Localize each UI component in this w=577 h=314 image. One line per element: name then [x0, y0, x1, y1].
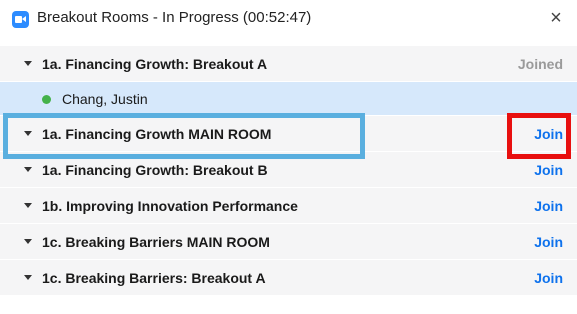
participant-name: Chang, Justin	[62, 91, 148, 107]
caret-down-icon[interactable]	[24, 61, 32, 66]
caret-down-icon[interactable]	[24, 239, 32, 244]
join-button[interactable]: Join	[534, 162, 563, 178]
caret-down-icon[interactable]	[24, 167, 32, 172]
join-button[interactable]: Join	[534, 126, 563, 142]
room-name: 1c. Breaking Barriers: Breakout A	[42, 270, 266, 286]
breakout-room-list: 1a. Financing Growth: Breakout A Joined …	[0, 46, 577, 296]
room-name: 1a. Financing Growth MAIN ROOM	[42, 126, 272, 142]
joined-status: Joined	[517, 56, 563, 72]
room-name: 1c. Breaking Barriers MAIN ROOM	[42, 234, 270, 250]
room-name: 1a. Financing Growth: Breakout B	[42, 162, 268, 178]
participant-row: Chang, Justin	[0, 82, 577, 116]
room-row[interactable]: 1c. Breaking Barriers: Breakout A Join	[0, 260, 577, 296]
room-row[interactable]: 1a. Financing Growth MAIN ROOM Join	[0, 116, 577, 152]
room-name: 1a. Financing Growth: Breakout A	[42, 56, 268, 72]
join-button[interactable]: Join	[534, 270, 563, 286]
join-button[interactable]: Join	[534, 234, 563, 250]
caret-down-icon[interactable]	[24, 203, 32, 208]
room-row[interactable]: 1b. Improving Innovation Performance Joi…	[0, 188, 577, 224]
close-button[interactable]: ×	[545, 6, 567, 30]
room-row[interactable]: 1a. Financing Growth: Breakout B Join	[0, 152, 577, 188]
zoom-camera-icon	[12, 11, 29, 28]
caret-down-icon[interactable]	[24, 275, 32, 280]
room-row[interactable]: 1c. Breaking Barriers MAIN ROOM Join	[0, 224, 577, 260]
room-name: 1b. Improving Innovation Performance	[42, 198, 298, 214]
title-bar: Breakout Rooms - In Progress (00:52:47) …	[0, 0, 577, 38]
window-title: Breakout Rooms - In Progress (00:52:47)	[37, 9, 312, 26]
room-row[interactable]: 1a. Financing Growth: Breakout A Joined	[0, 46, 577, 82]
caret-down-icon[interactable]	[24, 131, 32, 136]
join-button[interactable]: Join	[534, 198, 563, 214]
participant-status-dot	[42, 95, 51, 104]
